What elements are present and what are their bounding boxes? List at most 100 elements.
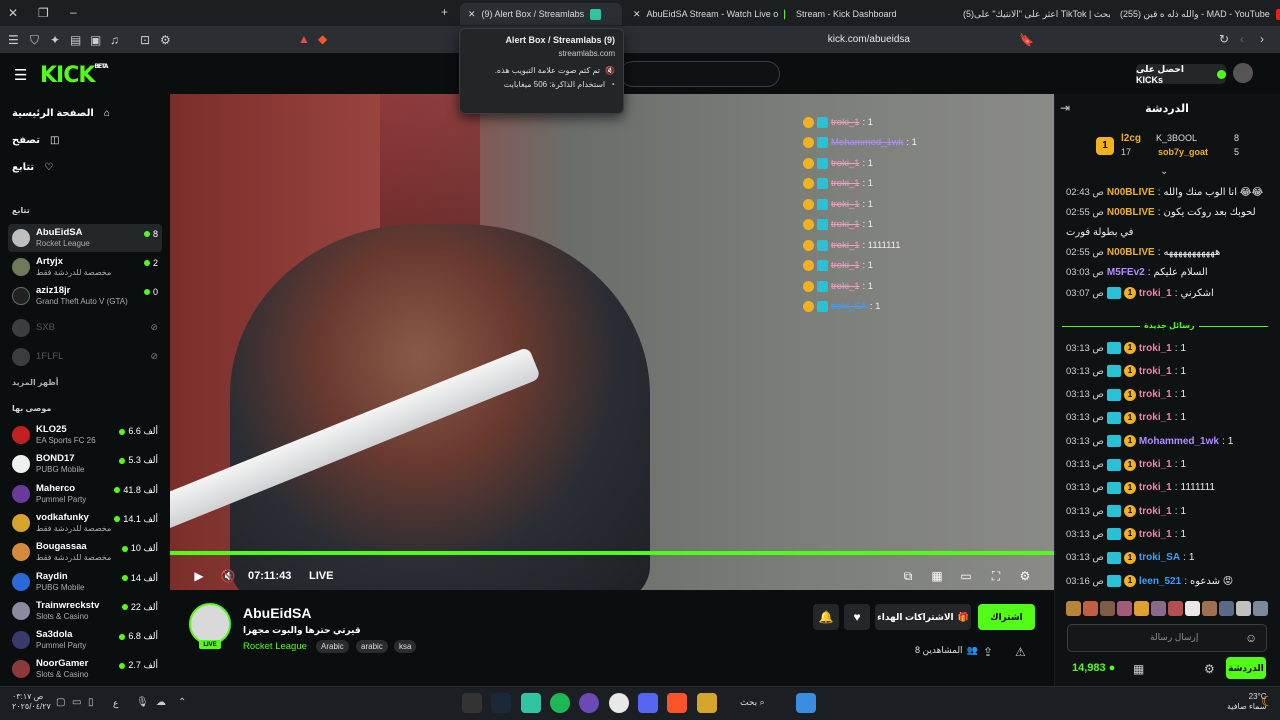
chat-message[interactable]: 02:55 ص N00BLIVE: لحوبك بعد روكت يكون bbox=[1066, 207, 1272, 218]
following-channel[interactable]: Artyjx مخصصة للدردشة فقط 2 bbox=[8, 253, 162, 281]
offline-channel[interactable]: SXB ⊘ bbox=[8, 314, 162, 342]
history-icon[interactable]: ▤ bbox=[70, 33, 81, 47]
theater-mode-icon[interactable]: ▭ bbox=[958, 568, 974, 584]
chat-message[interactable]: 03:13 ص 1 troki_1:1 bbox=[1066, 505, 1272, 518]
close-tab-icon[interactable]: ✕ bbox=[468, 9, 476, 20]
fullscreen-icon[interactable]: ⛶ bbox=[988, 568, 1004, 584]
clip-icon[interactable]: ▦ bbox=[929, 568, 945, 584]
chat-message[interactable]: في بطولة فورت bbox=[1066, 227, 1272, 238]
bookmark-icon[interactable]: 🔖 bbox=[1019, 33, 1034, 47]
live-progress-bar[interactable] bbox=[170, 551, 1054, 555]
emote-icon[interactable] bbox=[1151, 601, 1166, 616]
restore-window-icon[interactable]: ❐ bbox=[38, 6, 49, 20]
recommended-channel[interactable]: Trainwreckstv Slots & Casino 22 ألف bbox=[8, 597, 162, 625]
obs-icon[interactable] bbox=[609, 693, 629, 713]
chat-message[interactable]: 03:13 ص 1 Mohammed_1wk:1 bbox=[1066, 435, 1272, 448]
emote-icon[interactable] bbox=[1100, 601, 1115, 616]
recommended-channel[interactable]: vodkafunky مخصصة للدردشة فقط 14.1 ألف bbox=[8, 509, 162, 537]
emote-icon[interactable] bbox=[1134, 601, 1149, 616]
warning-icon[interactable]: ▲ bbox=[298, 32, 310, 46]
emote-icon[interactable] bbox=[1066, 601, 1081, 616]
emote-icon[interactable] bbox=[1168, 601, 1183, 616]
chat-message[interactable]: 03:13 ص 1 troki_1:1111111 bbox=[1066, 481, 1272, 494]
music-icon[interactable]: ♫ bbox=[110, 33, 119, 47]
emote-icon[interactable] bbox=[1219, 601, 1234, 616]
channel-name[interactable]: AbuEidSA bbox=[243, 605, 311, 621]
chat-message[interactable]: 02:55 ص N00BLIVE: هههههههههههه bbox=[1066, 247, 1272, 258]
new-tab-icon[interactable]: + bbox=[441, 5, 448, 19]
follow-heart-button[interactable]: ♥ bbox=[844, 604, 870, 630]
tab-abueidsa-stream[interactable]: ✕ AbuEidSA Stream - Watch Live o bbox=[625, 3, 785, 25]
taskbar-clock[interactable]: ۰۳:۱۷ ص ۲۰۲٥/٠٤/٢٧ bbox=[12, 692, 51, 712]
file-explorer-icon[interactable] bbox=[697, 693, 717, 713]
tag-chip[interactable]: ksa bbox=[394, 640, 417, 653]
windows-start-icon[interactable] bbox=[796, 693, 816, 713]
gift-icon[interactable]: ▦ bbox=[1133, 662, 1144, 676]
extension-icon[interactable]: ✦ bbox=[50, 33, 60, 47]
kicks-balance[interactable]: 14,983 ● bbox=[1072, 662, 1115, 674]
search-input[interactable] bbox=[620, 61, 780, 87]
back-icon[interactable]: ‹ bbox=[1240, 32, 1244, 46]
recommended-channel[interactable]: Sa3dola Pummel Party 6.8 ألف bbox=[8, 626, 162, 654]
chat-message[interactable]: 02:43 ص N00BLIVE: انا الوب منك والله 😂😂 bbox=[1066, 187, 1272, 198]
settings-gear-icon[interactable]: ⚙ bbox=[1017, 568, 1033, 584]
minimize-window-icon[interactable]: – bbox=[70, 5, 77, 19]
emote-icon[interactable] bbox=[1185, 601, 1200, 616]
channel-avatar[interactable] bbox=[189, 603, 231, 645]
notification-bell-button[interactable]: 🔔 bbox=[813, 604, 839, 630]
battery-icon[interactable]: ▯ bbox=[88, 697, 94, 708]
url-text[interactable]: kick.com/abueidsa bbox=[828, 34, 910, 45]
close-window-icon[interactable]: ✕ bbox=[8, 6, 18, 20]
chat-bubble-icon[interactable]: ▢ bbox=[56, 697, 65, 708]
emote-icon[interactable] bbox=[1253, 601, 1268, 616]
wallet-icon[interactable]: ▣ bbox=[90, 33, 101, 47]
tag-chip[interactable]: Arabic bbox=[316, 640, 349, 653]
chat-message[interactable]: 03:16 ص 1 leen_521: شدعوه 😡 bbox=[1066, 575, 1272, 587]
recommended-channel[interactable]: Maherco Pummel Party 41.8 ألف bbox=[8, 480, 162, 508]
shield-icon[interactable]: ⛉ bbox=[30, 33, 39, 48]
taskbar-search[interactable]: بحث ⌕ bbox=[740, 697, 765, 708]
following-channel[interactable]: aziz18jr Grand Theft Auto V (GTA) 0 bbox=[8, 282, 162, 310]
sidebar-menu-icon[interactable]: ☰ bbox=[8, 33, 19, 47]
steam-icon[interactable] bbox=[491, 693, 511, 713]
emote-icon[interactable] bbox=[1117, 601, 1132, 616]
emote-icon[interactable] bbox=[1202, 601, 1217, 616]
recommended-channel[interactable]: KLO25 EA Sports FC 26 6.6 ألف bbox=[8, 421, 162, 449]
close-tab-icon[interactable]: ✕ bbox=[633, 9, 641, 20]
miniplayer-icon[interactable]: ⧉ bbox=[900, 568, 916, 584]
recommended-channel[interactable]: Raydin PUBG Mobile 14 ألف bbox=[8, 568, 162, 596]
chat-message[interactable]: 03:13 ص 1 troki_1:1 bbox=[1066, 528, 1272, 541]
following-channel[interactable]: AbuEidSA Rocket League 8 bbox=[8, 224, 162, 252]
play-icon[interactable]: ▶ bbox=[191, 568, 207, 584]
share-icon[interactable]: ⇪ bbox=[983, 645, 993, 659]
show-more-link[interactable]: أظهر المزيد bbox=[12, 378, 58, 387]
chat-message[interactable]: 03:13 ص 1 troki_SA:1 bbox=[1066, 551, 1272, 564]
recommended-channel[interactable]: BOND17 PUBG Mobile 5.3 ألف bbox=[8, 450, 162, 478]
microphone-icon[interactable]: 🎙 bbox=[136, 697, 149, 708]
language-indicator[interactable]: ع bbox=[113, 698, 118, 709]
emoji-icon[interactable]: ☺ bbox=[1245, 631, 1257, 645]
chat-message[interactable]: 03:13 ص 1 troki_1:1 bbox=[1066, 458, 1272, 471]
send-chat-button[interactable]: الدردشة bbox=[1226, 657, 1266, 679]
settings-icon[interactable]: ⚙ bbox=[160, 33, 171, 47]
sidebar-item-home[interactable]: الصفحة الرئيسية ⌂ bbox=[12, 108, 110, 119]
sidebar-item-following[interactable]: تتابع ♡ bbox=[12, 162, 53, 173]
streamlabs-icon[interactable] bbox=[521, 693, 541, 713]
chat-message[interactable]: 03:13 ص 1 troki_1:1 bbox=[1066, 342, 1272, 354]
chat-message[interactable]: 03:13 ص 1 troki_1:1 bbox=[1066, 365, 1272, 378]
emote-icon[interactable] bbox=[1236, 601, 1251, 616]
recommended-channel[interactable]: NoorGamer Slots & Casino 2.7 ألف bbox=[8, 655, 162, 683]
display-icon[interactable]: ▭ bbox=[72, 697, 81, 708]
chat-message[interactable]: 03:13 ص 1 troki_1:1 bbox=[1066, 411, 1272, 424]
discord-icon[interactable] bbox=[638, 693, 658, 713]
hamburger-menu-icon[interactable]: ☰ bbox=[14, 66, 27, 84]
reload-icon[interactable]: ↻ bbox=[1219, 32, 1229, 46]
kick-logo[interactable]: KICKBETA bbox=[40, 63, 108, 88]
user-avatar[interactable] bbox=[1233, 63, 1253, 83]
epic-games-icon[interactable] bbox=[462, 693, 482, 713]
chat-message[interactable]: 03:07 ص 1 troki_1: اشكرني bbox=[1066, 287, 1272, 299]
spotify-icon[interactable] bbox=[550, 693, 570, 713]
report-icon[interactable]: ⚠ bbox=[1015, 645, 1026, 659]
app-icon[interactable] bbox=[579, 693, 599, 713]
cloud-icon[interactable]: ☁ bbox=[156, 697, 166, 708]
